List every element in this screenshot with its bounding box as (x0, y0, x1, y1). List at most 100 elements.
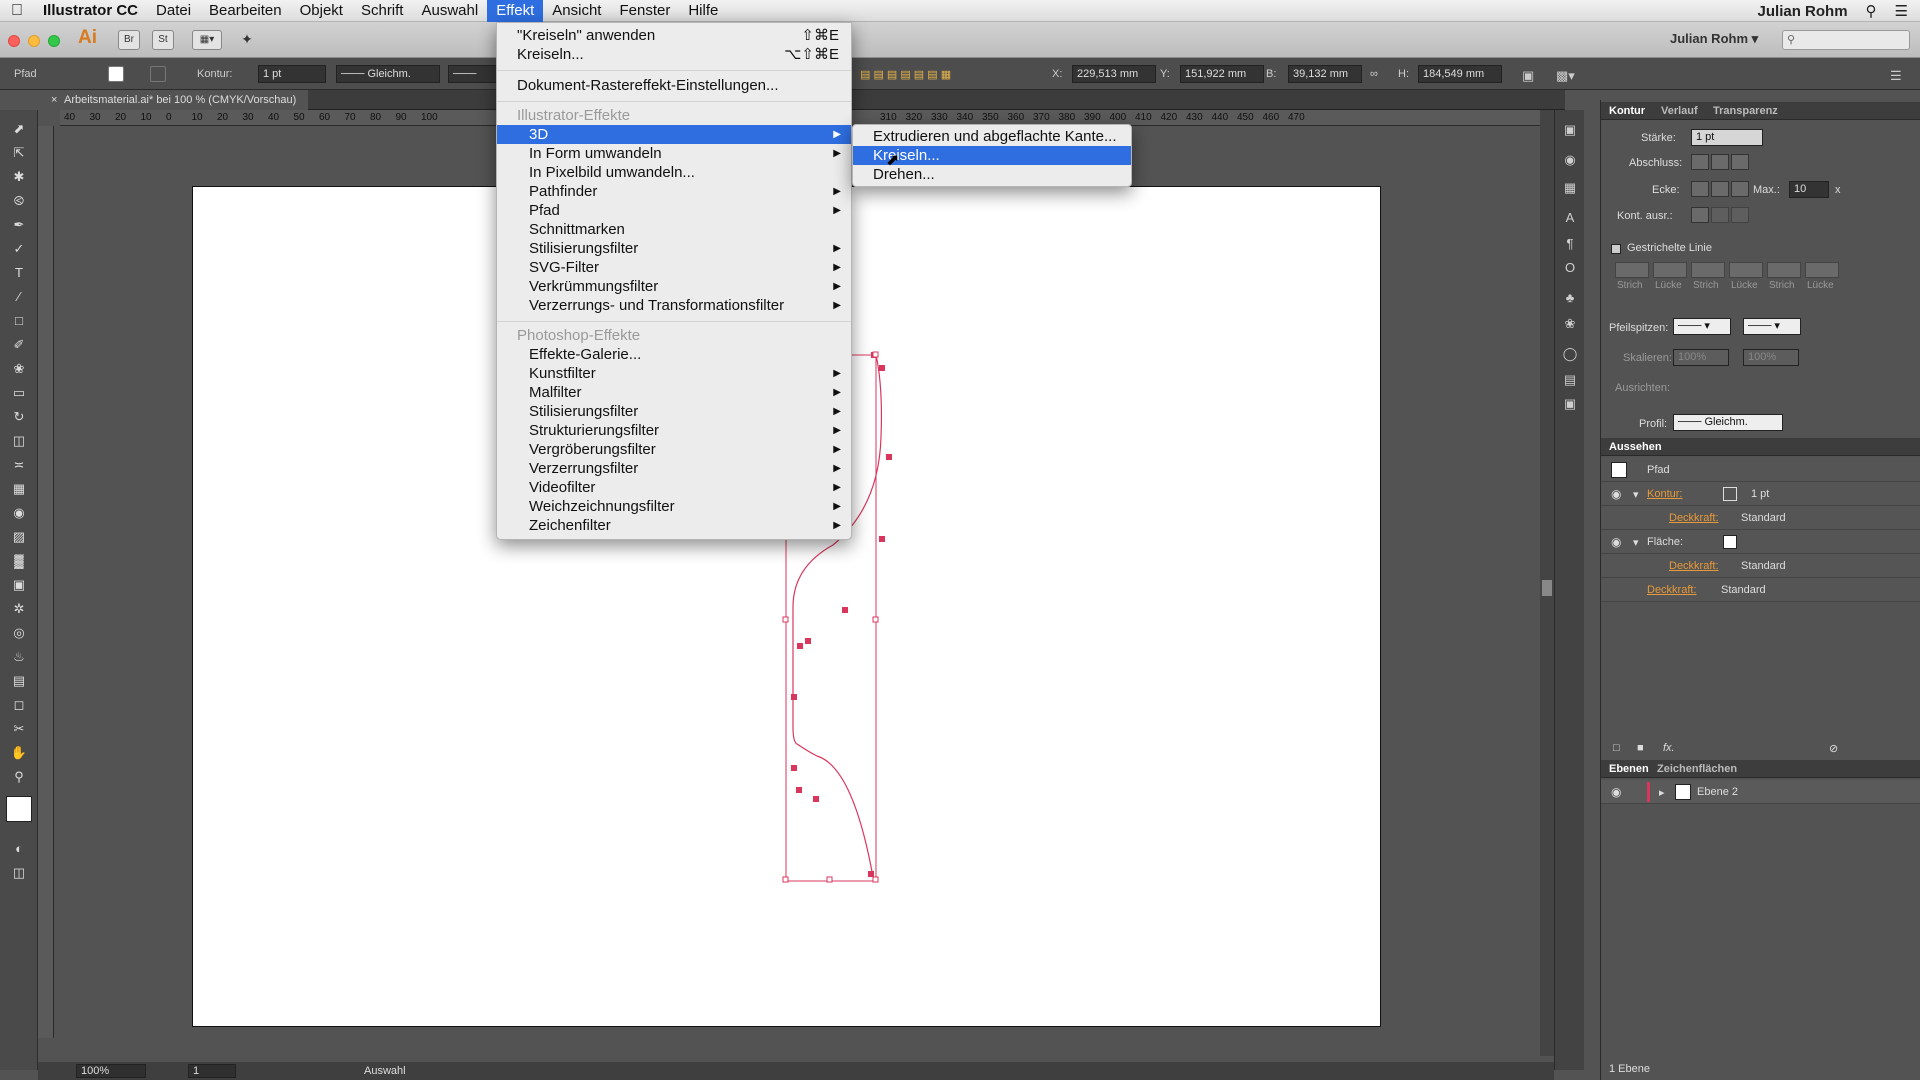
gradient-tool-icon[interactable]: ▣ (9, 576, 29, 594)
libraries-icon[interactable]: ▣ (1561, 122, 1579, 140)
rotate-tool-icon[interactable]: ↻ (9, 408, 29, 426)
menu-ansicht[interactable]: Ansicht (543, 0, 610, 22)
screen-mode-icon[interactable]: ◫ (9, 864, 29, 882)
align-icons[interactable]: ▤ ▤ ▤ ▤ ▤ ▤ ▦ (860, 68, 951, 81)
arrow-scale-end[interactable]: 100% (1743, 349, 1799, 366)
character-icon[interactable]: A (1561, 210, 1579, 228)
tab-transparenz[interactable]: Transparenz (1713, 105, 1778, 117)
tab-aussehen[interactable]: Aussehen (1609, 441, 1662, 453)
menu-photoshop-effect-item[interactable]: Stilisierungsfilter ▶ (497, 402, 851, 421)
fill-swatch[interactable] (108, 66, 124, 82)
menu-illustrator-effect-item[interactable]: Verkrümmungsfilter ▶ (497, 277, 851, 296)
scale-tool-icon[interactable]: ◫ (9, 432, 29, 450)
width-tool-icon[interactable]: ≍ (9, 456, 29, 474)
drawing-mode-icon[interactable]: ◐ (9, 840, 29, 858)
spotlight-search-icon[interactable]: ⚲ (1866, 2, 1877, 20)
menu-illustrator-effect-item[interactable]: In Pixelbild umwandeln... (497, 163, 851, 182)
tab-ebenen[interactable]: Ebenen (1609, 763, 1649, 775)
window-zoom-button[interactable] (48, 35, 60, 47)
dash-gap-input[interactable] (1653, 262, 1687, 278)
stroke-profile-select[interactable]: ─── Gleichm. (336, 65, 440, 83)
stock-button[interactable]: St (152, 30, 174, 50)
curvature-tool-icon[interactable]: ✓ (9, 240, 29, 258)
symbol-sprayer-tool-icon[interactable]: ♨ (9, 648, 29, 666)
workspace-switcher[interactable]: Julian Rohm ▾ (1670, 31, 1758, 47)
selection-tool-icon[interactable]: ⬈ (9, 120, 29, 138)
menu-photoshop-effect-item[interactable]: Malfilter ▶ (497, 383, 851, 402)
height-field[interactable]: 184,549 mm (1418, 65, 1502, 83)
add-effect-button[interactable]: fx. (1663, 742, 1675, 754)
arrowhead-end-select[interactable]: ─── ▾ (1743, 318, 1801, 335)
miter-limit-input[interactable]: 10 (1789, 181, 1829, 198)
line-tool-icon[interactable]: ⁄ (9, 288, 29, 306)
cap-round-button[interactable] (1711, 154, 1729, 170)
menu-illustrator-effect-item[interactable]: In Form umwandeln ▶ (497, 144, 851, 163)
menu-hilfe[interactable]: Hilfe (679, 0, 727, 22)
menu-effekt[interactable]: Effekt (487, 0, 544, 22)
artboard-number-field[interactable]: 1 (188, 1064, 236, 1078)
menubar-user[interactable]: Julian Rohm (1758, 3, 1848, 20)
menu-bearbeiten[interactable]: Bearbeiten (200, 0, 291, 22)
mesh-tool-icon[interactable]: ▓ (9, 552, 29, 570)
clear-appearance-icon[interactable]: ⊘ (1829, 742, 1838, 755)
arrange-documents-button[interactable]: ▦▾ (192, 30, 222, 50)
shaper-tool-icon[interactable]: ❀ (9, 360, 29, 378)
tab-zeichenflaechen[interactable]: Zeichenflächen (1657, 763, 1737, 775)
corner-bevel-button[interactable] (1731, 181, 1749, 197)
align-center-button[interactable] (1691, 207, 1709, 223)
new-fill-icon[interactable]: ■ (1637, 742, 1644, 754)
stroke-profile-dropdown[interactable]: ─── Gleichm. (1673, 414, 1783, 431)
corner-miter-button[interactable] (1691, 181, 1709, 197)
window-minimize-button[interactable] (28, 35, 40, 47)
menu-last-effect[interactable]: Kreiseln... ⌥⇧⌘E (497, 45, 851, 64)
apple-icon[interactable]:  (0, 0, 34, 22)
tab-kontur[interactable]: Kontur (1609, 105, 1645, 117)
menu-3d-extrude[interactable]: Extrudieren und abgeflachte Kante... (853, 127, 1131, 146)
paragraph-icon[interactable]: ¶ (1561, 236, 1579, 254)
current-tool-status[interactable]: Auswahl (364, 1065, 406, 1077)
shape-builder-tool-icon[interactable]: ◉ (9, 504, 29, 522)
stroke-swatch[interactable] (150, 66, 166, 82)
column-graph-tool-icon[interactable]: ▤ (9, 672, 29, 690)
width-field[interactable]: 39,132 mm (1288, 65, 1362, 83)
menu-fenster[interactable]: Fenster (610, 0, 679, 22)
menu-illustrator-effect-item[interactable]: Pathfinder ▶ (497, 182, 851, 201)
menu-illustrator-effect-item[interactable]: SVG-Filter ▶ (497, 258, 851, 277)
isolate-icon[interactable]: ▩▾ (1556, 68, 1575, 84)
symbols-icon[interactable]: ♣ (1561, 290, 1579, 308)
menu-photoshop-effect-item[interactable]: Strukturierungsfilter ▶ (497, 421, 851, 440)
eraser-tool-icon[interactable]: ▭ (9, 384, 29, 402)
blend-tool-icon[interactable]: ◎ (9, 624, 29, 642)
menu-app[interactable]: Illustrator CC (34, 0, 147, 22)
type-tool-icon[interactable]: T (9, 264, 29, 282)
stroke-weight-input[interactable]: 1 pt (1691, 129, 1763, 146)
artboard-tool-icon[interactable]: ◻ (9, 696, 29, 714)
menu-photoshop-effect-item[interactable]: Vergröberungsfilter ▶ (497, 440, 851, 459)
transform-panel-icon[interactable]: ◯ (1561, 346, 1579, 364)
y-field[interactable]: 151,922 mm (1180, 65, 1264, 83)
dash-gap-input[interactable] (1805, 262, 1839, 278)
slice-tool-icon[interactable]: ✂ (9, 720, 29, 738)
notification-list-icon[interactable]: ☰ (1895, 2, 1908, 20)
menu-illustrator-effect-item[interactable]: Schnittmarken (497, 220, 851, 239)
color-icon[interactable]: ◉ (1561, 152, 1579, 170)
eyedropper-tool-icon[interactable]: ✲ (9, 600, 29, 618)
brush-select[interactable]: ─── (448, 65, 498, 83)
stroke-weight-field[interactable]: 1 pt (258, 65, 326, 83)
menu-photoshop-effect-item[interactable]: Videofilter ▶ (497, 478, 851, 497)
cap-butt-button[interactable] (1691, 154, 1709, 170)
menu-illustrator-effect-item[interactable]: Verzerrungs- und Transformationsfilter ▶ (497, 296, 851, 315)
pen-tool-icon[interactable]: ✒ (9, 216, 29, 234)
menu-illustrator-effect-item[interactable]: Stilisierungsfilter ▶ (497, 239, 851, 258)
dash-gap-input[interactable] (1729, 262, 1763, 278)
help-search-input[interactable]: ⚲ (1782, 30, 1910, 50)
panel-menu-icon[interactable]: ☰ (1890, 68, 1902, 84)
align-panel-icon[interactable]: ▤ (1561, 372, 1579, 390)
menu-photoshop-effect-item[interactable]: Verzerrungsfilter ▶ (497, 459, 851, 478)
vertical-scroll-thumb[interactable] (1542, 580, 1552, 596)
menu-illustrator-effect-item[interactable]: 3D ▶ (497, 125, 851, 144)
tab-verlauf[interactable]: Verlauf (1661, 105, 1698, 117)
link-icon[interactable]: ∞ (1370, 68, 1378, 80)
arrow-scale-start[interactable]: 100% (1673, 349, 1729, 366)
menu-auswahl[interactable]: Auswahl (412, 0, 487, 22)
